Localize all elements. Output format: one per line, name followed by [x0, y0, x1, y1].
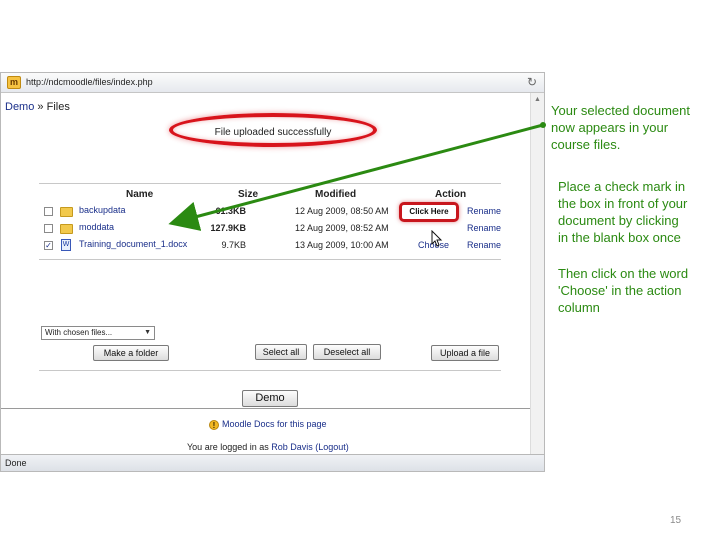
annotation-line: Your selected document [551, 103, 691, 118]
pointer-cursor-icon [431, 230, 443, 247]
annotation-line: column [558, 300, 600, 315]
arrow-origin-dot [540, 122, 546, 128]
annotation-line: now appears in your [551, 120, 669, 135]
annotation-line: 'Choose' in the action [558, 283, 682, 298]
annotation-line: Place a check mark in [558, 179, 686, 194]
annotation-line: in the blank box once [558, 230, 681, 245]
annotation-line: Then click on the word [558, 266, 689, 281]
annotation-bottom: Then click on the word 'Choose' in the a… [558, 265, 688, 316]
annotation-line: course files. [551, 137, 621, 152]
annotation-top: Your selected document now appears in yo… [551, 102, 690, 153]
annotation-line: the box in front of your [558, 196, 688, 211]
annotation-line: document by clicking [558, 213, 679, 228]
annotation-middle: Place a check mark in the box in front o… [558, 178, 687, 246]
slide-number: 15 [670, 515, 682, 526]
arrow-line [168, 123, 544, 231]
click-here-callout: Click Here [399, 202, 459, 222]
